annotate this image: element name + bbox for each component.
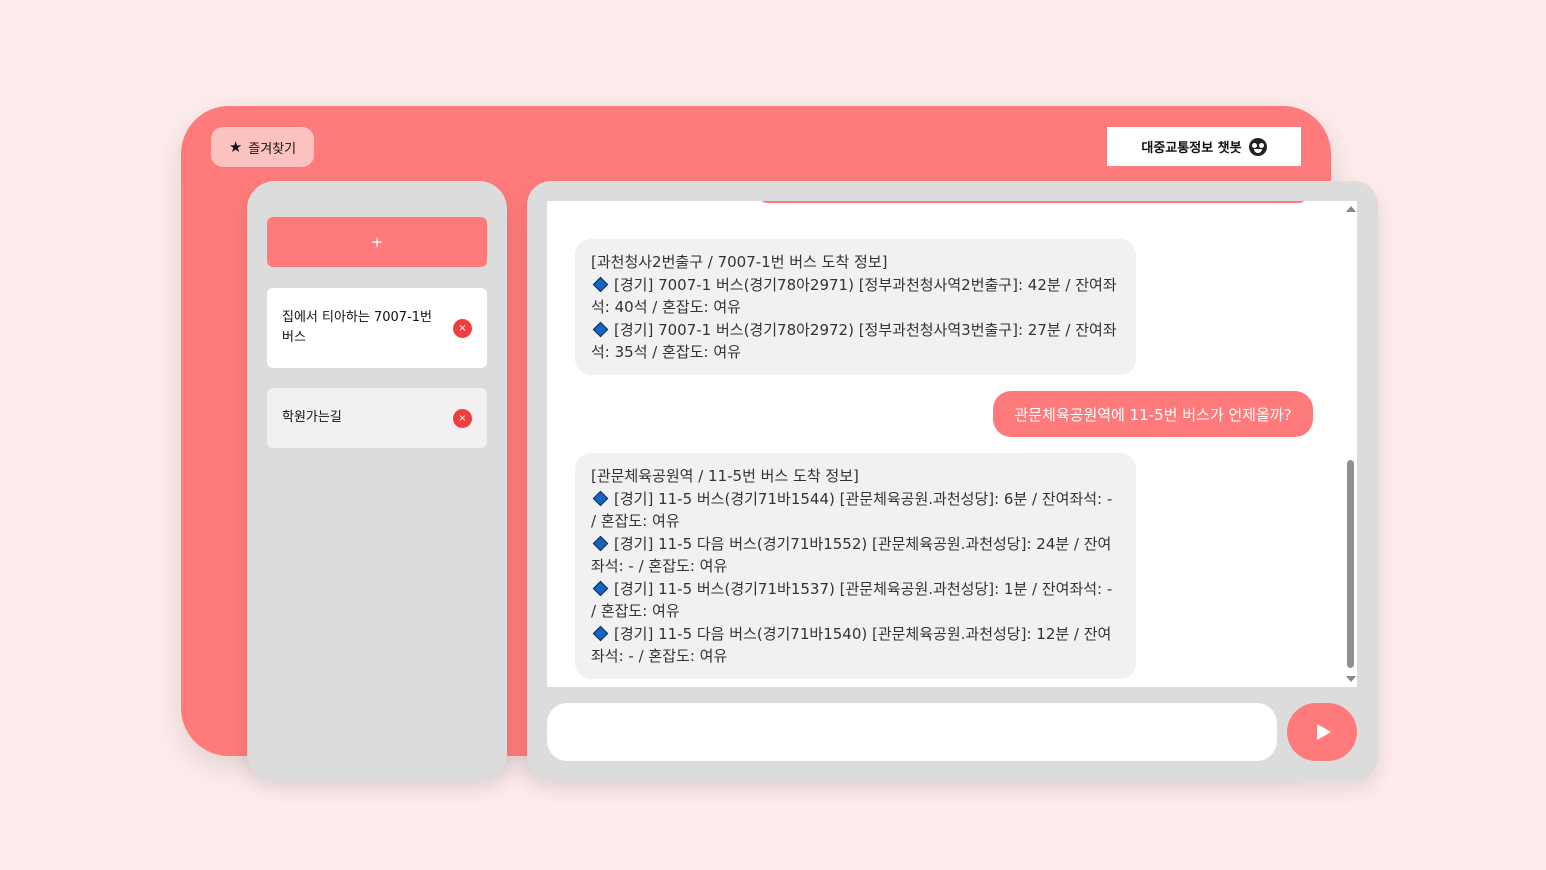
delete-favorite-button[interactable]: × <box>453 318 472 338</box>
scroll-up-arrow-icon[interactable] <box>1346 206 1356 212</box>
blue-diamond-icon <box>592 535 609 552</box>
chat-messages[interactable]: [과천청사2번출구 / 7007-1번 버스 도착 정보] [경기] 7007-… <box>547 201 1357 687</box>
blue-diamond-icon <box>592 276 609 293</box>
blue-diamond-icon <box>592 490 609 507</box>
scroll-down-arrow-icon[interactable] <box>1346 676 1356 682</box>
favorites-sidebar: + 집에서 티아하는 7007-1번 버스 × 학원가는길 × <box>247 181 507 781</box>
blue-diamond-icon <box>592 321 609 338</box>
favorite-item-label: 학원가는길 <box>282 410 342 425</box>
previous-user-bubble-edge <box>759 201 1307 203</box>
bot-face-icon <box>1248 137 1267 156</box>
delete-favorite-button[interactable]: × <box>453 408 472 428</box>
add-favorite-button[interactable]: + <box>267 217 487 267</box>
favorites-button[interactable]: ★ 즐겨찾기 <box>211 127 314 167</box>
chat-panel: [과천청사2번출구 / 7007-1번 버스 도착 정보] [경기] 7007-… <box>527 181 1378 781</box>
star-icon: ★ <box>228 138 243 156</box>
message-line: [경기] 7007-1 버스(경기78아2972) [정부과천청사역3번출구]:… <box>591 320 1117 362</box>
message-line: [과천청사2번출구 / 7007-1번 버스 도착 정보] <box>591 253 888 271</box>
app-title: 대중교통정보 챗봇 <box>1141 141 1242 156</box>
send-button[interactable] <box>1287 703 1357 761</box>
favorite-item[interactable]: 집에서 티아하는 7007-1번 버스 × <box>267 288 487 368</box>
favorite-item-label: 집에서 티아하는 7007-1번 버스 <box>282 310 432 345</box>
favorites-label: 즐겨찾기 <box>248 141 297 157</box>
message-line: [경기] 11-5 버스(경기71바1544) [관문체육공원.과천성당]: 6… <box>591 489 1113 531</box>
chat-scrollbar[interactable] <box>1344 201 1357 687</box>
message-line: [경기] 11-5 다음 버스(경기71바1552) [관문체육공원.과천성당]… <box>591 534 1112 576</box>
message-line: [경기] 7007-1 버스(경기78아2971) [정부과천청사역2번출구]:… <box>591 275 1117 317</box>
message-line: [경기] 11-5 버스(경기71바1537) [관문체육공원.과천성당]: 1… <box>591 579 1113 621</box>
message-line: [관문체육공원역 / 11-5번 버스 도착 정보] <box>591 467 859 485</box>
user-message: 관문체육공원역에 11-5번 버스가 언제올까? <box>993 391 1313 437</box>
bot-message: [관문체육공원역 / 11-5번 버스 도착 정보] [경기] 11-5 버스(… <box>575 453 1136 679</box>
app-title-box: 대중교통정보 챗봇 <box>1107 127 1301 166</box>
favorite-item[interactable]: 학원가는길 × <box>267 388 487 448</box>
blue-diamond-icon <box>592 580 609 597</box>
message-line: [경기] 11-5 다음 버스(경기71바1540) [관문체육공원.과천성당]… <box>591 624 1112 666</box>
app-stage: ★ 즐겨찾기 대중교통정보 챗봇 + 집에서 티아하는 7007-1번 버스 ×… <box>0 0 1546 870</box>
bot-message: [과천청사2번출구 / 7007-1번 버스 도착 정보] [경기] 7007-… <box>575 239 1136 375</box>
blue-diamond-icon <box>592 625 609 642</box>
message-input[interactable] <box>547 703 1277 761</box>
play-icon <box>1317 724 1331 740</box>
scroll-thumb[interactable] <box>1347 460 1354 668</box>
